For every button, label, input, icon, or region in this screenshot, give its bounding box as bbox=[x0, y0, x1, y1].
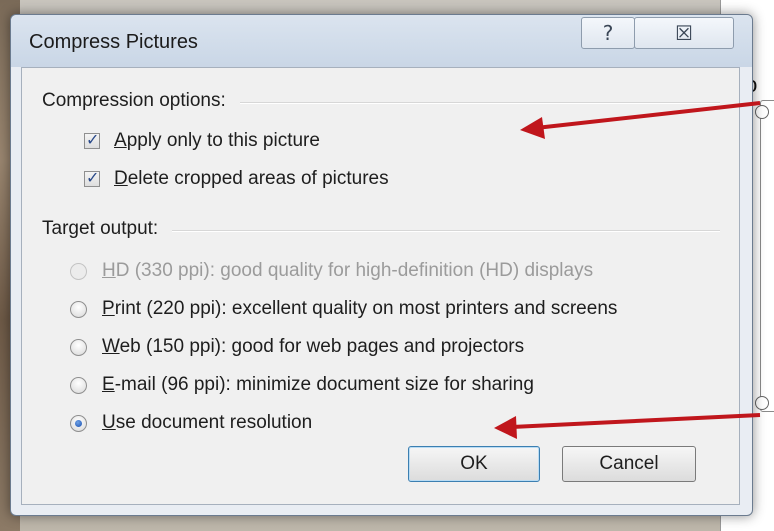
radio-email[interactable] bbox=[70, 376, 87, 394]
radio-print[interactable] bbox=[70, 300, 87, 318]
radio-print-label: Print (220 ppi): excellent quality on mo… bbox=[102, 298, 618, 319]
radio-web[interactable] bbox=[70, 338, 87, 356]
compression-options-label: Compression options: bbox=[42, 90, 226, 111]
delete-cropped-label: Delete cropped areas of pictures bbox=[114, 168, 389, 189]
radio-email-label: E-mail (96 ppi): minimize document size … bbox=[102, 374, 534, 395]
delete-cropped-checkbox[interactable]: ✓ bbox=[84, 168, 100, 187]
radio-option-document-resolution[interactable]: Use document resolution bbox=[70, 412, 312, 434]
help-icon: ? bbox=[602, 21, 614, 45]
dialog-body: Compression options: ✓ Apply only to thi… bbox=[21, 67, 740, 505]
dialog-titlebar[interactable]: Compress Pictures ? ☒ bbox=[11, 15, 752, 67]
compression-separator bbox=[240, 102, 720, 104]
target-separator bbox=[172, 230, 720, 232]
close-button[interactable]: ☒ bbox=[634, 17, 734, 49]
close-icon: ☒ bbox=[675, 21, 693, 45]
target-output-label: Target output: bbox=[42, 218, 159, 239]
apply-only-label: Apply only to this picture bbox=[114, 130, 320, 151]
background-handle-top bbox=[755, 105, 769, 119]
radio-option-print[interactable]: Print (220 ppi): excellent quality on mo… bbox=[70, 298, 617, 320]
cancel-button[interactable]: Cancel bbox=[562, 446, 696, 482]
apply-only-checkbox-row[interactable]: ✓ Apply only to this picture bbox=[84, 130, 320, 152]
help-button[interactable]: ? bbox=[581, 17, 635, 49]
screen: st elo Compress Pictures ? ☒ Compression… bbox=[0, 0, 774, 531]
radio-document-resolution-label: Use document resolution bbox=[102, 412, 313, 433]
dialog-title: Compress Pictures bbox=[29, 31, 198, 53]
delete-cropped-checkbox-row[interactable]: ✓ Delete cropped areas of pictures bbox=[84, 168, 389, 190]
background-handle-bottom bbox=[755, 396, 769, 410]
radio-hd[interactable] bbox=[70, 262, 87, 280]
checkmark-icon: ✓ bbox=[86, 168, 100, 187]
radio-option-hd[interactable]: HD (330 ppi): good quality for high-defi… bbox=[70, 260, 593, 282]
checkmark-icon: ✓ bbox=[86, 130, 100, 149]
radio-selected-dot-icon bbox=[75, 419, 82, 427]
background-panel bbox=[760, 100, 774, 412]
radio-web-label: Web (150 ppi): good for web pages and pr… bbox=[102, 336, 525, 357]
apply-only-checkbox[interactable]: ✓ bbox=[84, 130, 100, 149]
compress-pictures-dialog: Compress Pictures ? ☒ Compression option… bbox=[10, 14, 753, 516]
radio-document-resolution[interactable] bbox=[70, 414, 87, 432]
ok-button[interactable]: OK bbox=[408, 446, 540, 482]
radio-hd-label: HD (330 ppi): good quality for high-defi… bbox=[102, 260, 594, 281]
radio-option-email[interactable]: E-mail (96 ppi): minimize document size … bbox=[70, 374, 534, 396]
radio-option-web[interactable]: Web (150 ppi): good for web pages and pr… bbox=[70, 336, 524, 358]
